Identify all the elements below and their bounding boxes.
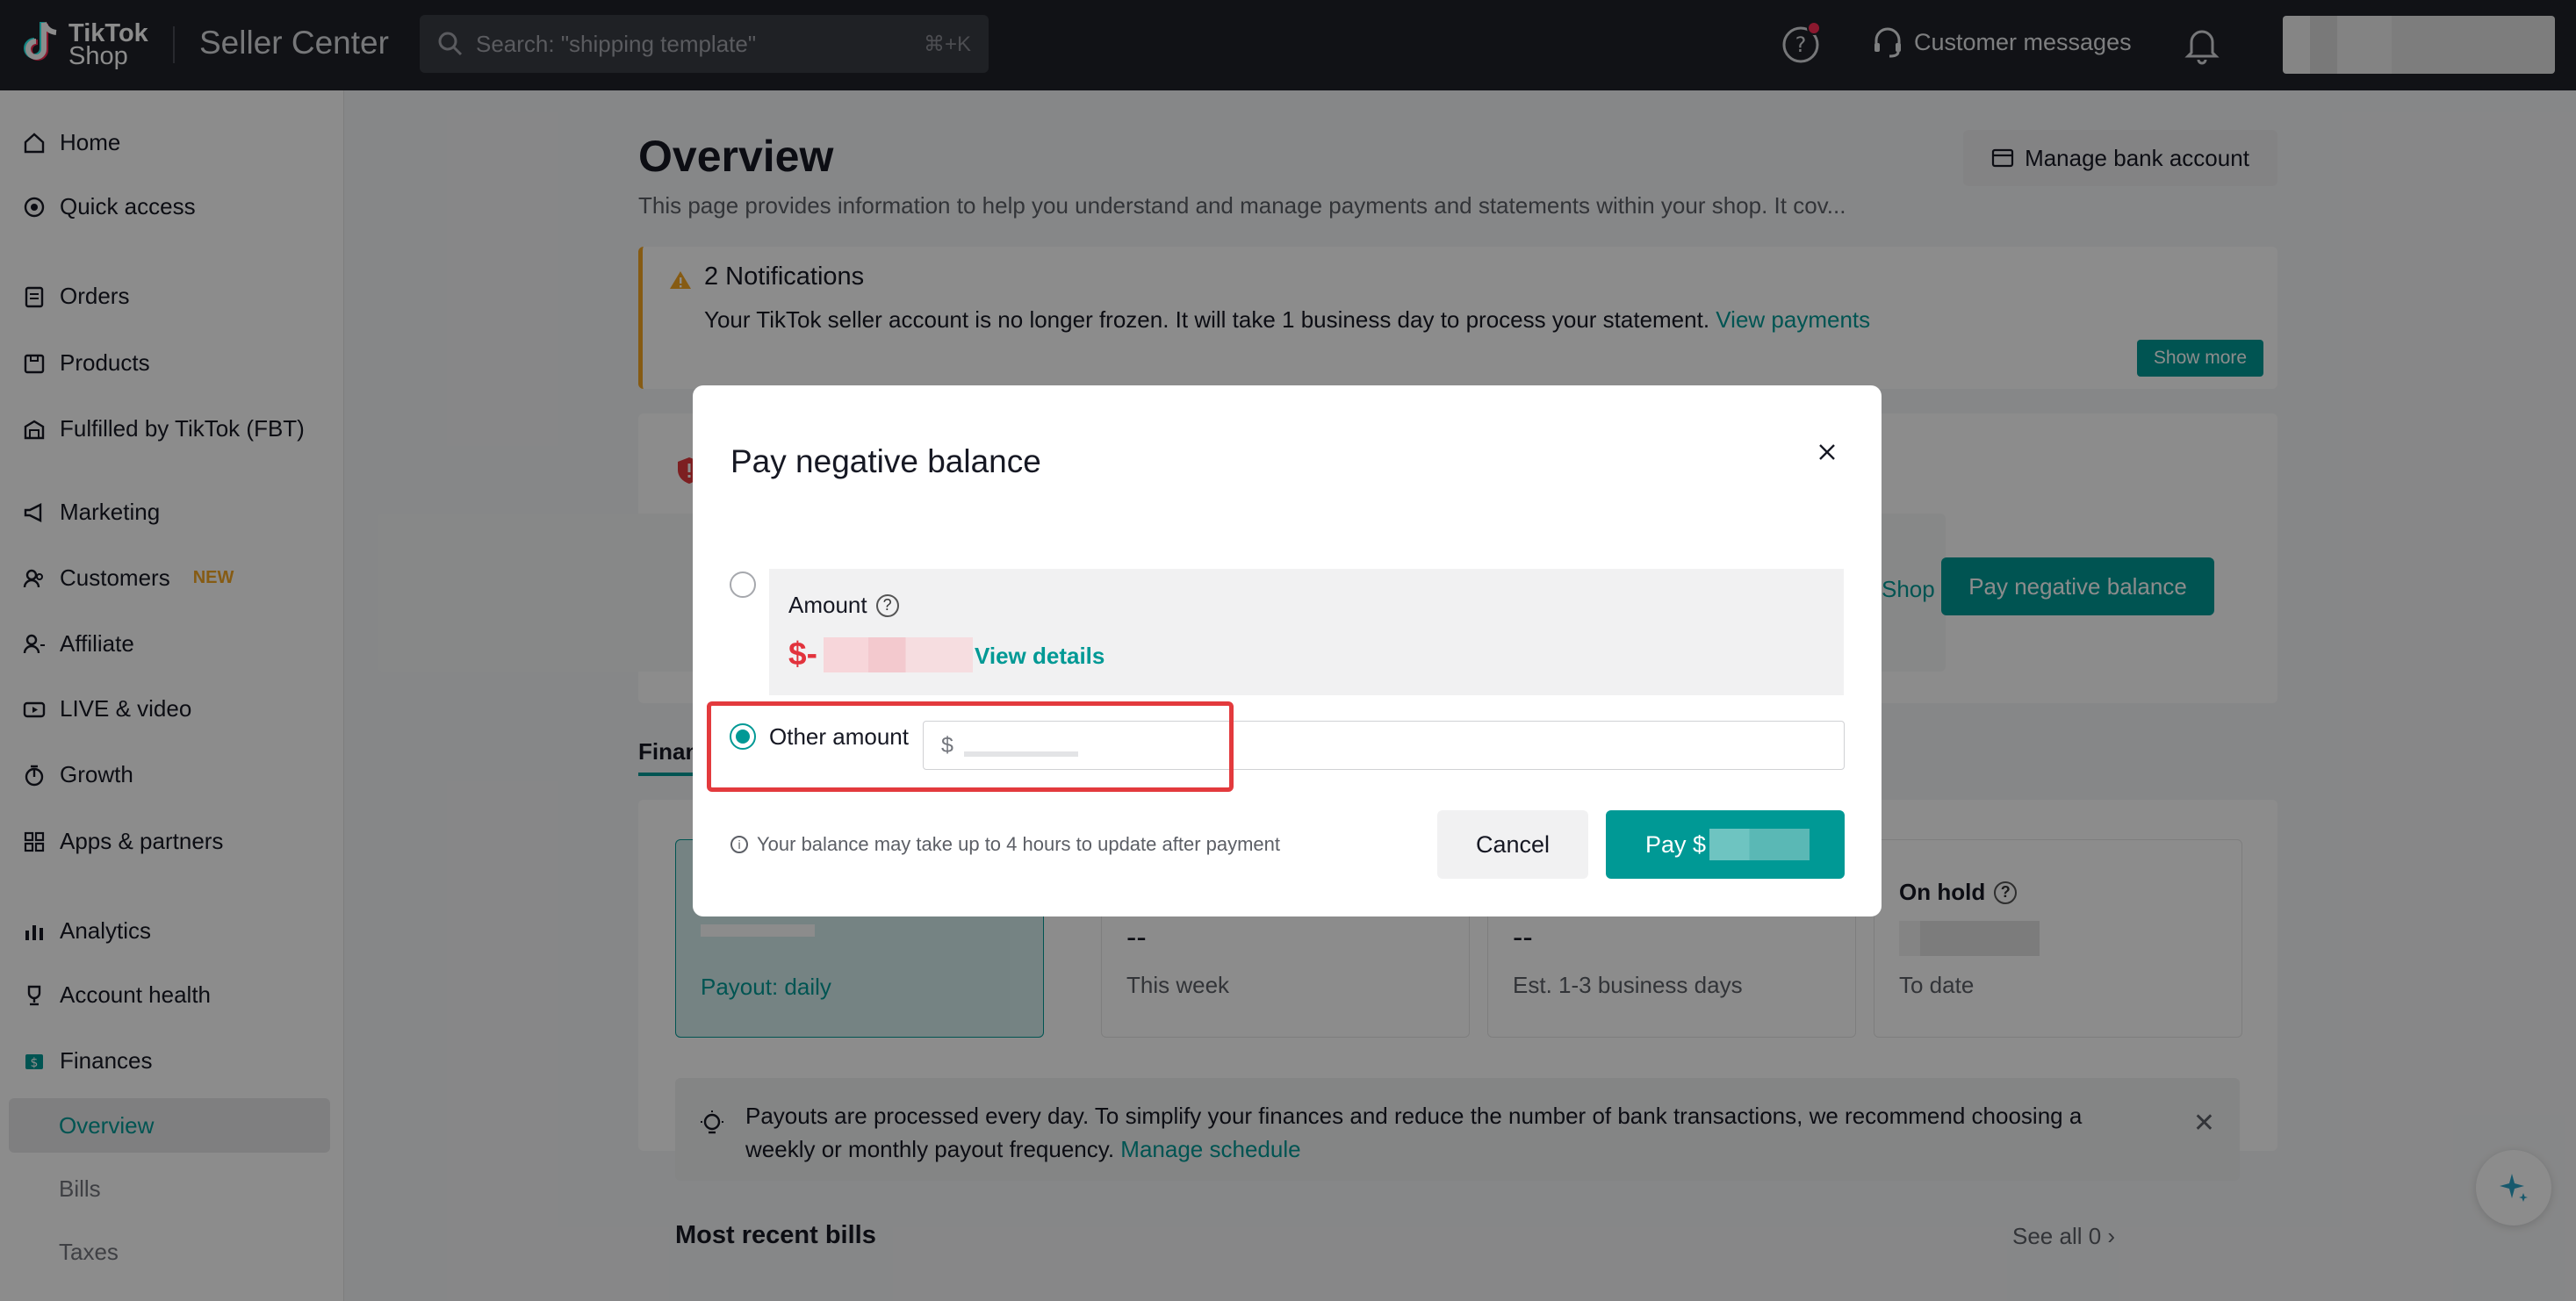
amount-value: $-	[788, 636, 817, 672]
redacted-pay-amount	[1709, 829, 1810, 860]
view-details-link[interactable]: View details	[975, 643, 1105, 670]
pay-button[interactable]: Pay $	[1606, 810, 1845, 879]
info-icon: i	[730, 836, 748, 853]
amount-option-box[interactable]: Amount ? $- View details	[769, 569, 1844, 695]
dialog-title: Pay negative balance	[730, 443, 1041, 479]
amount-radio[interactable]	[730, 571, 756, 598]
redacted-amount	[824, 637, 973, 672]
close-icon[interactable]	[1815, 440, 1839, 464]
note-text: Your balance may take up to 4 hours to u…	[757, 833, 1281, 855]
amount-label: Amount	[788, 592, 867, 618]
pay-label: Pay $	[1645, 830, 1707, 858]
pay-negative-balance-dialog: Pay negative balance Amount ? $- View de…	[693, 385, 1882, 916]
annotation-highlight	[707, 701, 1234, 792]
help-circle-icon[interactable]: ?	[875, 593, 899, 617]
cancel-button[interactable]: Cancel	[1437, 810, 1588, 879]
balance-update-note: i Your balance may take up to 4 hours to…	[730, 833, 1280, 856]
amount-label-wrap: Amount ?	[788, 592, 899, 619]
